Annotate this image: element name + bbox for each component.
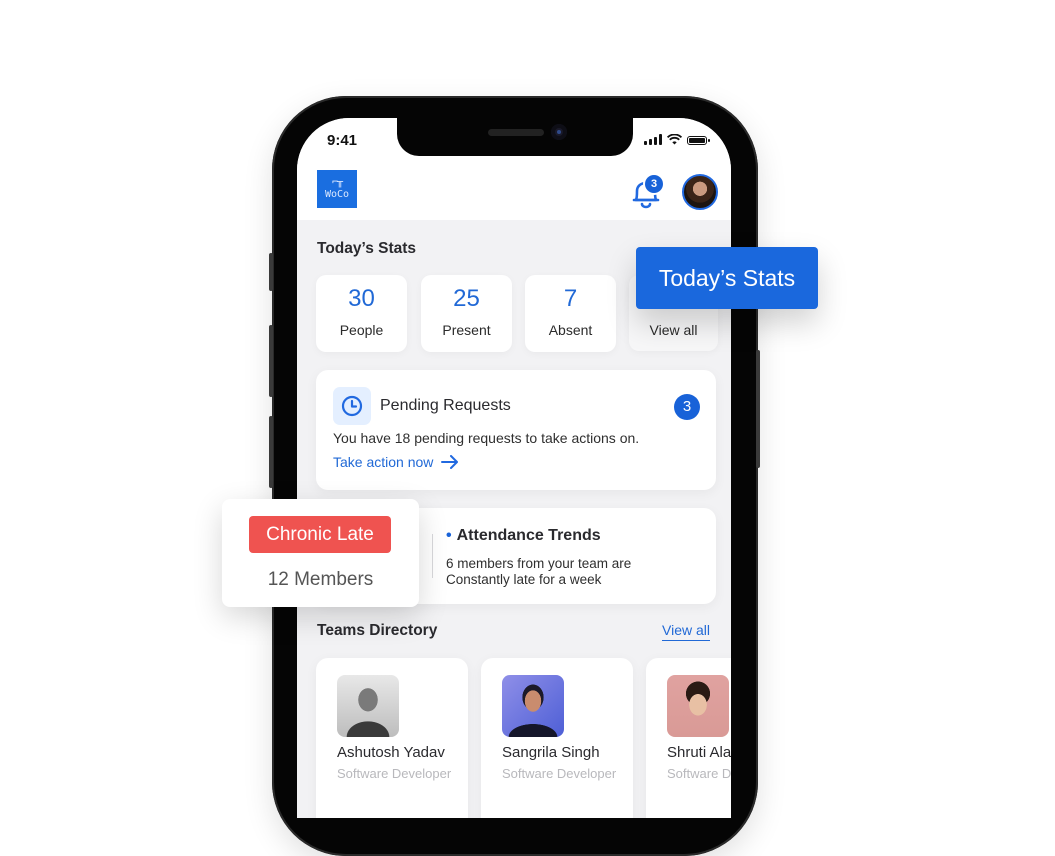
member-role: Software Developer [337,766,452,781]
pending-requests-title: Pending Requests [380,397,511,414]
take-action-link[interactable]: Take action now [333,454,459,470]
member-card[interactable]: Shruti Alam Software Developer [646,658,731,818]
stat-value: 25 [453,285,480,312]
view-all-label: View all [649,322,698,338]
chronic-late-badge: Chronic Late [249,516,391,553]
trend-desc-line1: 6 members from your team are [446,556,632,571]
member-photo [337,675,399,737]
member-role: Software Developer [502,766,617,781]
status-time: 9:41 [327,132,358,149]
todays-stats-title: Today’s Stats [317,240,417,257]
attendance-trends-description: 6 members from your team are Constantly … [446,556,631,588]
dog-icon: ⌐╥ [331,177,343,188]
power-button [756,350,760,468]
user-avatar[interactable] [682,174,718,210]
signal-icon [644,134,662,145]
arrow-right-icon [441,455,459,469]
take-action-label: Take action now [333,454,434,470]
chronic-late-count: 12 Members [267,569,374,590]
volume-up-button [269,253,273,291]
member-name: Shruti Alam [667,744,731,761]
member-role: Software Developer [667,766,731,781]
attendance-trends-title: • Attendance Trends [446,527,601,545]
stat-card-people[interactable]: 30 People [316,275,407,352]
member-photo [667,675,729,737]
trend-title-text: Attendance Trends [456,527,601,544]
todays-stats-callout: Today’s Stats [636,247,818,309]
front-camera [551,124,567,140]
stat-card-absent[interactable]: 7 Absent [525,275,616,352]
bullet-icon: • [446,527,452,544]
app-logo[interactable]: ⌐╥ WoCo [317,170,357,208]
member-card[interactable]: Ashutosh Yadav Software Developer [316,658,468,818]
divider [432,534,433,578]
battery-icon [687,136,710,145]
speaker-grille [488,129,544,136]
pending-description: You have 18 pending requests to take act… [333,430,640,446]
stat-card-present[interactable]: 25 Present [421,275,512,352]
stat-label: Absent [548,322,593,338]
status-icons [644,134,710,145]
stat-value: 7 [563,285,578,312]
stat-label: Present [442,322,491,338]
member-card[interactable]: Sangrila Singh Software Developer [481,658,633,818]
pending-requests-card[interactable]: Pending Requests 3 You have 18 pending r… [316,370,716,490]
clock-icon [333,387,371,425]
wifi-icon [667,134,682,145]
member-name: Ashutosh Yadav [337,744,445,761]
stat-label: People [339,322,384,338]
silent-switch [269,416,273,488]
phone-notch [397,118,633,156]
trend-desc-line2: Constantly late for a week [446,572,602,587]
volume-down-button [269,325,273,397]
member-name: Sangrila Singh [502,744,600,761]
teams-view-all-link[interactable]: View all [662,622,710,641]
pending-count-badge: 3 [674,394,700,420]
logo-text: WoCo [324,189,350,200]
chronic-late-callout: Chronic Late 12 Members [222,499,419,607]
phone-screen: 9:41 ⌐╥ WoCo 3 Today’s Stats 30 People 2… [297,118,731,818]
notification-badge: 3 [645,175,663,193]
member-photo [502,675,564,737]
stat-value: 30 [348,285,375,312]
teams-directory-title: Teams Directory [317,622,438,639]
